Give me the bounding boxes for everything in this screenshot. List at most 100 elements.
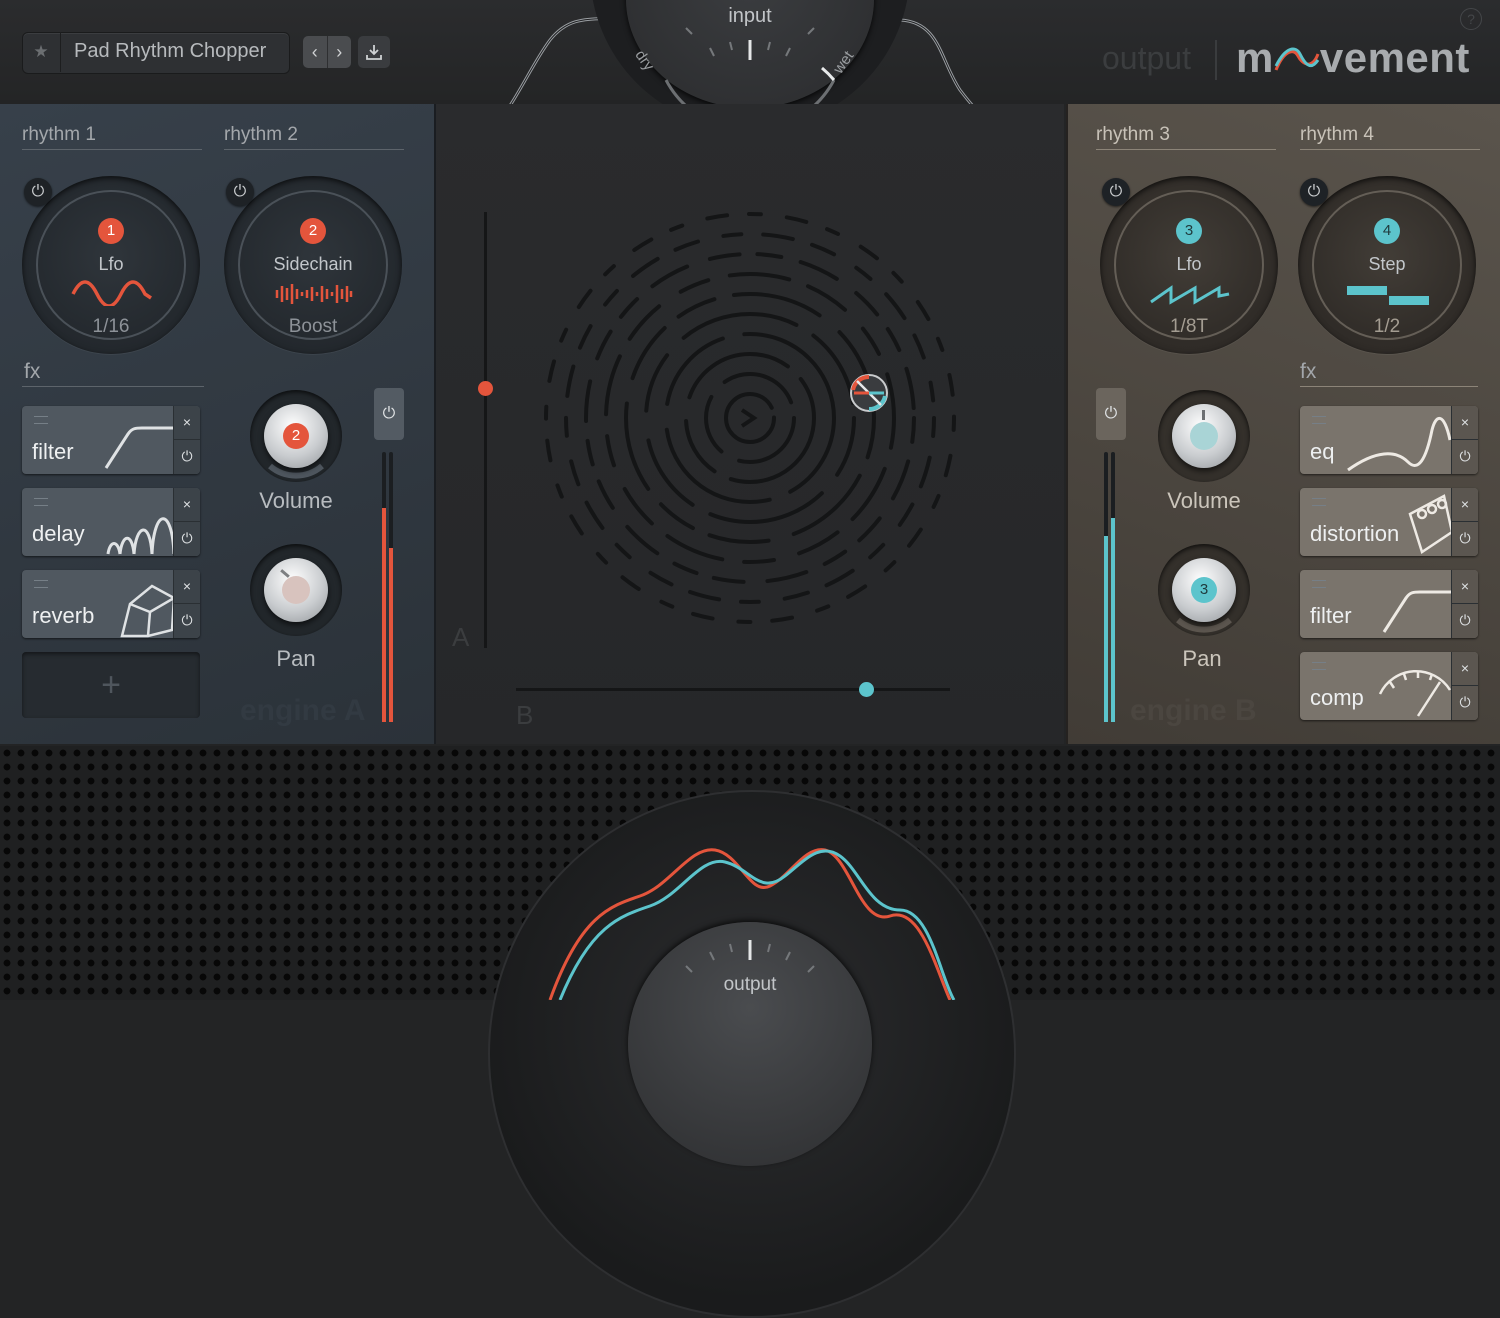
- drag-handle-icon[interactable]: [34, 580, 48, 588]
- remove-fx-icon[interactable]: ×: [174, 488, 200, 522]
- logo-text-vement: vement: [1319, 34, 1470, 81]
- drag-handle-icon[interactable]: [1312, 498, 1326, 506]
- fx-name: filter: [32, 439, 74, 464]
- volume-knob-well: [1158, 390, 1250, 482]
- remove-fx-icon[interactable]: ×: [1452, 652, 1478, 686]
- rhythm-3-power-icon[interactable]: ⏻: [1102, 178, 1130, 206]
- output-dial-label: output: [723, 974, 777, 995]
- xy-puck[interactable]: [848, 372, 890, 414]
- rhythm-4-dial[interactable]: 4 Step 1/2: [1298, 176, 1476, 354]
- pan-knob[interactable]: [264, 558, 328, 622]
- fx-slot-comp[interactable]: comp × ⏻: [1300, 652, 1478, 720]
- fx-slot-filter[interactable]: filter × ⏻: [22, 406, 200, 474]
- fx-power-icon[interactable]: ⏻: [1452, 604, 1478, 637]
- favorite-star-icon[interactable]: ★: [22, 32, 61, 72]
- drag-handle-icon[interactable]: [1312, 662, 1326, 670]
- fx-slot-distortion[interactable]: distortion × ⏻: [1300, 488, 1478, 556]
- fx-slot-reverb[interactable]: reverb × ⏻: [22, 570, 200, 638]
- volume-knob[interactable]: [1172, 404, 1236, 468]
- fx-power-icon[interactable]: ⏻: [1452, 440, 1478, 473]
- engine-b-power-icon[interactable]: ⏻: [1096, 388, 1126, 440]
- fx-label: fx: [1300, 360, 1317, 383]
- movement-logo: m vement: [1236, 34, 1470, 82]
- logo-text-m: m: [1236, 34, 1274, 81]
- fx-name: distortion: [1310, 521, 1400, 546]
- save-preset-button[interactable]: [358, 36, 390, 68]
- rhythm-3-underline: [1096, 149, 1276, 150]
- distortion-pedal-icon: [1408, 494, 1454, 554]
- rhythm-2-label: rhythm 2: [224, 124, 298, 145]
- rhythm-4-rate: 1/2: [1373, 316, 1401, 337]
- engine-a-mix-slider[interactable]: [484, 212, 487, 648]
- pan-knob-cap: [282, 576, 310, 604]
- prev-preset-icon[interactable]: ‹: [303, 36, 328, 68]
- xy-puck-icon: [850, 374, 888, 412]
- preset-nav: ‹ ›: [303, 36, 351, 68]
- fx-name: delay: [32, 521, 85, 546]
- fx-slot-delay[interactable]: delay × ⏻: [22, 488, 200, 556]
- fx-power-icon[interactable]: ⏻: [1452, 686, 1478, 719]
- pan-knob[interactable]: 3: [1172, 558, 1236, 622]
- rhythm-1-dial[interactable]: 1 Lfo 1/16: [22, 176, 200, 354]
- sidechain-waveform-icon: [275, 284, 353, 304]
- rhythm-3-rate: 1/8T: [1169, 316, 1209, 337]
- rhythm-2-power-icon[interactable]: ⏻: [226, 178, 254, 206]
- remove-fx-icon[interactable]: ×: [1452, 406, 1478, 440]
- preset-name[interactable]: Pad Rhythm Chopper: [74, 40, 266, 63]
- fx-name: reverb: [32, 603, 95, 628]
- drag-handle-icon[interactable]: [34, 498, 48, 506]
- fx-power-icon[interactable]: ⏻: [1452, 522, 1478, 555]
- delay-echo-icon: [106, 517, 176, 555]
- sine-wave-icon: [71, 280, 152, 306]
- remove-fx-icon[interactable]: ×: [1452, 570, 1478, 604]
- fx-power-icon[interactable]: ⏻: [174, 440, 200, 473]
- remove-fx-icon[interactable]: ×: [174, 406, 200, 440]
- meter-fill: [382, 508, 386, 722]
- fx-name: eq: [1310, 439, 1335, 464]
- engine-b-panel: rhythm 3 rhythm 4 3 Lfo 1/8T ⏻ 4 Step 1/…: [1066, 104, 1500, 744]
- drag-handle-icon[interactable]: [1312, 416, 1326, 424]
- fx-name: comp: [1310, 685, 1364, 710]
- rhythm-4-badge: 4: [1374, 218, 1400, 244]
- saw-wave-icon: [1150, 285, 1230, 305]
- engine-b-mix-slider[interactable]: [516, 688, 950, 691]
- fx-power-icon[interactable]: ⏻: [174, 522, 200, 555]
- axis-a-label: A: [452, 622, 470, 652]
- slider-a-handle[interactable]: [478, 381, 493, 396]
- engine-a-label: engine A: [240, 694, 366, 727]
- rhythm-3-type: Lfo: [1176, 254, 1202, 274]
- engine-b-meter-right: [1111, 452, 1115, 722]
- drag-handle-icon[interactable]: [1312, 580, 1326, 588]
- reverb-room-icon: [120, 584, 176, 638]
- add-fx-button[interactable]: +: [22, 652, 200, 718]
- engine-a-power-icon[interactable]: ⏻: [374, 388, 404, 440]
- remove-fx-icon[interactable]: ×: [1452, 488, 1478, 522]
- pan-knob-well: 3: [1158, 544, 1250, 636]
- help-button[interactable]: ?: [1460, 8, 1482, 30]
- next-preset-icon[interactable]: ›: [328, 36, 352, 68]
- fx-slot-eq[interactable]: eq × ⏻: [1300, 406, 1478, 474]
- rhythm-4-power-icon[interactable]: ⏻: [1300, 178, 1328, 206]
- slider-b-handle[interactable]: [859, 682, 874, 697]
- fx-underline: [22, 386, 204, 387]
- rhythm-2-dial[interactable]: 2 Sidechain Boost: [224, 176, 402, 354]
- rhythm-3-label: rhythm 3: [1096, 124, 1170, 145]
- fx-name: filter: [1310, 603, 1352, 628]
- fx-power-icon[interactable]: ⏻: [174, 604, 200, 637]
- rhythm-2-mode: Boost: [288, 316, 338, 337]
- volume-knob-well: 2: [250, 390, 342, 482]
- volume-knob[interactable]: 2: [264, 404, 328, 468]
- compressor-meter-icon: [1378, 669, 1452, 717]
- pan-label: Pan: [276, 646, 316, 671]
- remove-fx-icon[interactable]: ×: [174, 570, 200, 604]
- pan-modulation-badge: 3: [1191, 577, 1217, 603]
- volume-knob-cap: [1190, 422, 1218, 450]
- rhythm-1-power-icon[interactable]: ⏻: [24, 178, 52, 206]
- engine-b-label: engine B: [1130, 694, 1257, 727]
- step-sequence-icon: [1347, 286, 1429, 305]
- meter-fill: [1104, 536, 1108, 722]
- fx-slot-filter[interactable]: filter × ⏻: [1300, 570, 1478, 638]
- meter-fill: [1111, 518, 1115, 722]
- drag-handle-icon[interactable]: [34, 416, 48, 424]
- rhythm-3-dial[interactable]: 3 Lfo 1/8T: [1100, 176, 1278, 354]
